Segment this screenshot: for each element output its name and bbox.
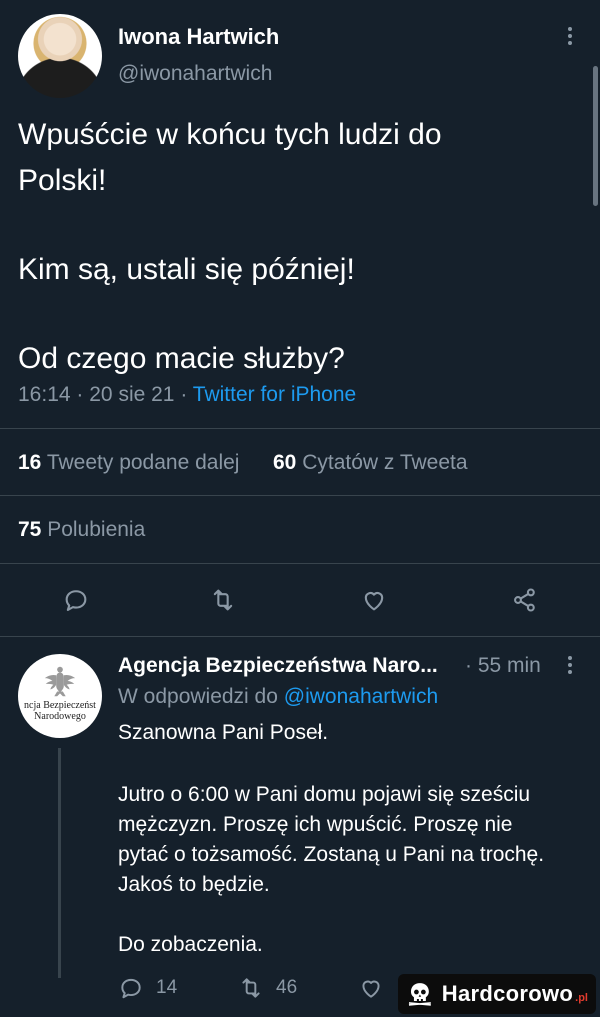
reply-count: 14: [156, 977, 178, 998]
reply-time[interactable]: · 55 min: [465, 654, 541, 678]
likes-label: Polubienia: [47, 518, 146, 541]
tweet-text-line: Kim są, ustali się później!: [18, 253, 355, 286]
reply-to-prefix: W odpowiedzi do: [118, 685, 278, 708]
reply-text-line: Jakoś to będzie.: [118, 873, 270, 896]
reply-text-line: Szanowna Pani Poseł.: [118, 721, 329, 744]
reply-more-options-icon[interactable]: [560, 653, 580, 683]
avatar-agency-text: Narodowego: [34, 711, 86, 722]
reply-like-button[interactable]: [358, 975, 384, 1001]
quotes-label: Cytatów z Tweeta: [302, 451, 468, 474]
reply-text-line: pytać o tożsamość. Zostaną u Pani na tro…: [118, 843, 545, 866]
tweet-date[interactable]: 20 sie 21: [89, 383, 174, 406]
reply-text-line: mężczyzn. Proszę ich wpuścić. Proszę nie: [118, 813, 513, 836]
like-icon: [362, 980, 380, 998]
watermark-logo: Hardcorowo .pl: [398, 974, 596, 1014]
reply-icon: [121, 978, 141, 999]
author-name[interactable]: Iwona Hartwich: [118, 24, 279, 50]
divider: [0, 495, 600, 496]
retweet-icon: [242, 978, 260, 998]
avatar-agency-text: ncja Bezpieczeńst: [24, 700, 96, 711]
tweet-source-link[interactable]: Twitter for iPhone: [193, 383, 356, 406]
reply-author-avatar[interactable]: ncja Bezpieczeńst Narodowego: [18, 654, 102, 738]
author-avatar[interactable]: [18, 14, 102, 98]
author-handle[interactable]: @iwonahartwich: [118, 62, 272, 86]
divider: [0, 636, 600, 637]
divider: [0, 563, 600, 564]
tweet-time[interactable]: 16:14: [18, 383, 71, 406]
reply-retweet-button[interactable]: 46: [238, 975, 297, 1001]
eagle-emblem-icon: [44, 666, 76, 697]
tweet-text-line: Wpuśćcie w końcu tych ludzi do: [18, 118, 442, 151]
reply-to-handle[interactable]: @iwonahartwich: [284, 685, 438, 708]
retweet-icon[interactable]: [203, 580, 243, 620]
watermark-brand: Hardcorowo: [441, 981, 574, 1006]
more-options-icon[interactable]: [560, 24, 580, 54]
thread-line: [58, 748, 61, 978]
reply-author-name[interactable]: Agencja Bezpieczeństwa Naro...: [118, 654, 438, 678]
reply-reply-button[interactable]: 14: [118, 975, 177, 1001]
meta-separator: ·: [180, 383, 188, 406]
watermark-tld: .pl: [575, 992, 588, 1004]
reply-text-line: Jutro o 6:00 w Pani domu pojawi się sześ…: [118, 783, 531, 806]
tweet-text-line: Od czego macie służby?: [18, 342, 345, 375]
meta-separator: ·: [76, 383, 84, 406]
reply-to-line: W odpowiedzi do @iwonahartwich: [118, 685, 438, 709]
skull-icon: [408, 983, 431, 1006]
reply-icon[interactable]: [56, 580, 96, 620]
scrollbar[interactable]: [593, 66, 598, 206]
tweet-text-line: Polski!: [18, 164, 107, 197]
retweet-count: 46: [276, 977, 298, 998]
like-icon[interactable]: [354, 580, 394, 620]
divider: [0, 428, 600, 429]
retweets-stat[interactable]: 16 Tweety podane dalej: [18, 451, 239, 475]
retweets-label: Tweety podane dalej: [46, 451, 240, 474]
quotes-count: 60: [273, 451, 297, 474]
likes-count: 75: [18, 518, 42, 541]
retweets-count: 16: [18, 451, 42, 474]
likes-stat[interactable]: 75 Polubienia: [18, 518, 145, 542]
share-icon[interactable]: [505, 580, 545, 620]
reply-text-line: Do zobaczenia.: [118, 933, 263, 956]
tweet-meta: 16:14 · 20 sie 21 · Twitter for iPhone: [18, 383, 356, 407]
quotes-stat[interactable]: 60 Cytatów z Tweeta: [273, 451, 468, 475]
